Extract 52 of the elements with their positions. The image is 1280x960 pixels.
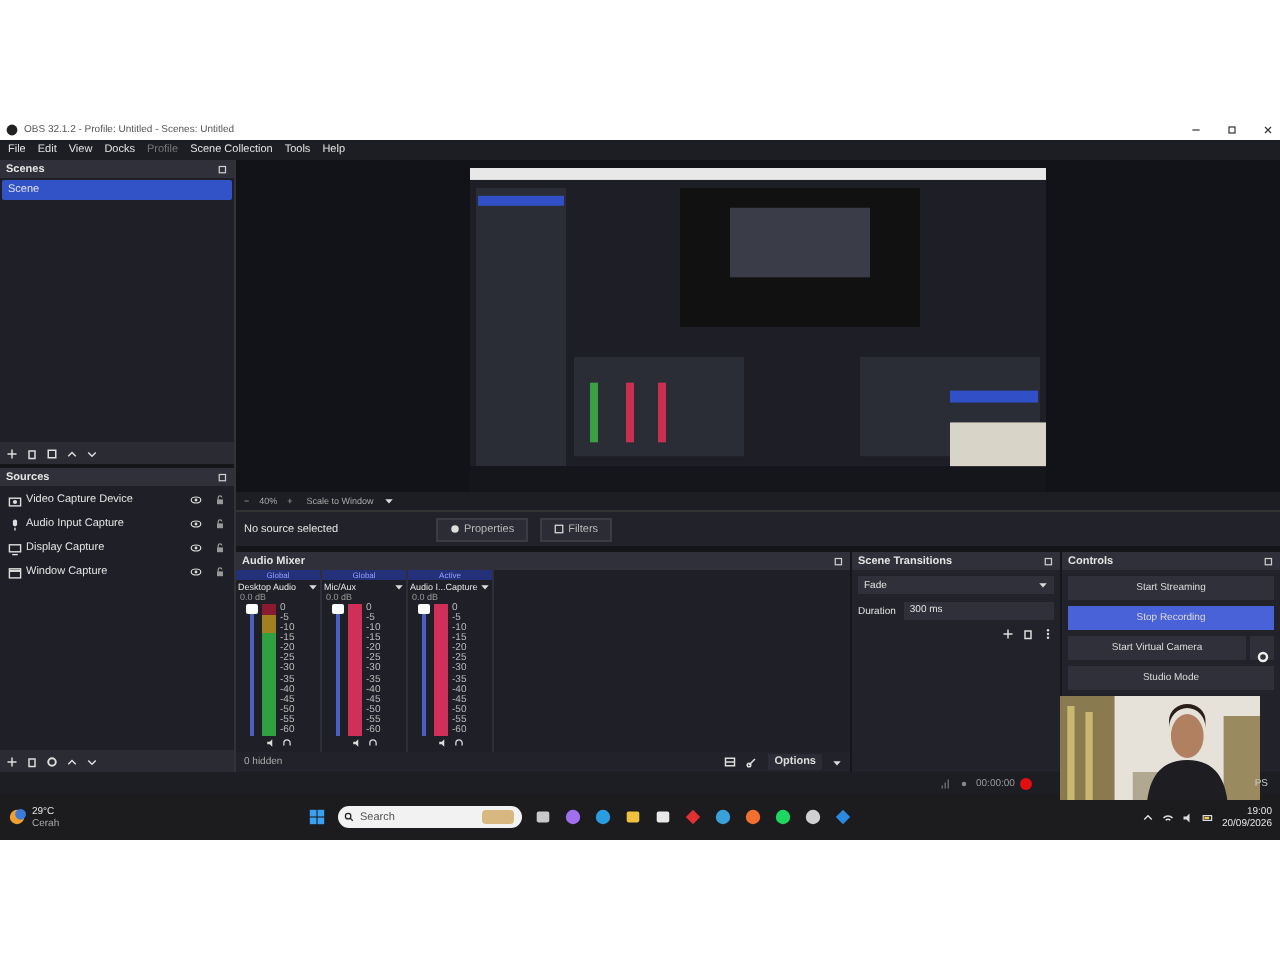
monitor-icon	[8, 541, 22, 555]
camera-icon	[8, 493, 22, 507]
settings-button[interactable]	[1250, 636, 1274, 660]
more-icon[interactable]	[1042, 628, 1054, 640]
signal-icon	[940, 777, 952, 789]
headphones-icon[interactable]	[281, 738, 291, 748]
filter-icon	[554, 524, 565, 535]
trash-icon[interactable]	[1022, 628, 1034, 640]
window-icon	[8, 565, 22, 579]
microphone-icon	[8, 517, 22, 531]
undock-icon[interactable]	[834, 556, 844, 566]
battery-icon[interactable]	[1201, 811, 1214, 823]
undock-icon[interactable]	[1044, 556, 1054, 566]
caret-icon	[1038, 580, 1048, 590]
filter-icon[interactable]	[46, 447, 58, 459]
link-icon[interactable]	[746, 756, 759, 768]
volume-slider[interactable]	[246, 604, 258, 736]
lock-icon[interactable]	[214, 494, 226, 506]
eye-icon[interactable]	[190, 494, 202, 506]
search-highlight-icon	[482, 810, 514, 824]
lock-icon[interactable]	[214, 542, 226, 554]
diamond-icon[interactable]	[684, 808, 702, 826]
trash-icon[interactable]	[26, 755, 38, 767]
app-logo-icon	[6, 124, 18, 136]
wifi-icon[interactable]	[1161, 811, 1174, 823]
broadcast-icon	[958, 777, 970, 789]
layout-icon[interactable]	[724, 756, 737, 768]
trash-icon[interactable]	[26, 447, 38, 459]
chevron-up-icon[interactable]	[1141, 811, 1154, 823]
undock-icon[interactable]	[218, 472, 228, 482]
lock-icon[interactable]	[214, 566, 226, 578]
eye-icon[interactable]	[190, 566, 202, 578]
undock-icon[interactable]	[1264, 556, 1274, 566]
eye-icon[interactable]	[190, 518, 202, 530]
plus-icon[interactable]	[1002, 628, 1014, 640]
plus-icon[interactable]	[6, 755, 18, 767]
minimize-icon[interactable]	[1190, 124, 1202, 136]
volume-slider[interactable]	[418, 604, 430, 736]
caret-icon[interactable]	[832, 757, 842, 767]
weather-icon[interactable]	[8, 808, 26, 826]
speaker-icon[interactable]	[1181, 811, 1194, 823]
undock-icon[interactable]	[218, 164, 228, 174]
four-squares-icon[interactable]	[308, 808, 326, 826]
headphones-icon[interactable]	[453, 738, 463, 748]
headphones-icon[interactable]	[367, 738, 377, 748]
eye-icon[interactable]	[190, 542, 202, 554]
volume-slider[interactable]	[332, 604, 344, 736]
lock-icon[interactable]	[214, 518, 226, 530]
maximize-icon[interactable]	[1226, 124, 1238, 136]
search-icon	[344, 812, 354, 822]
close-icon[interactable]	[1262, 124, 1274, 136]
plus-icon[interactable]	[6, 447, 18, 459]
